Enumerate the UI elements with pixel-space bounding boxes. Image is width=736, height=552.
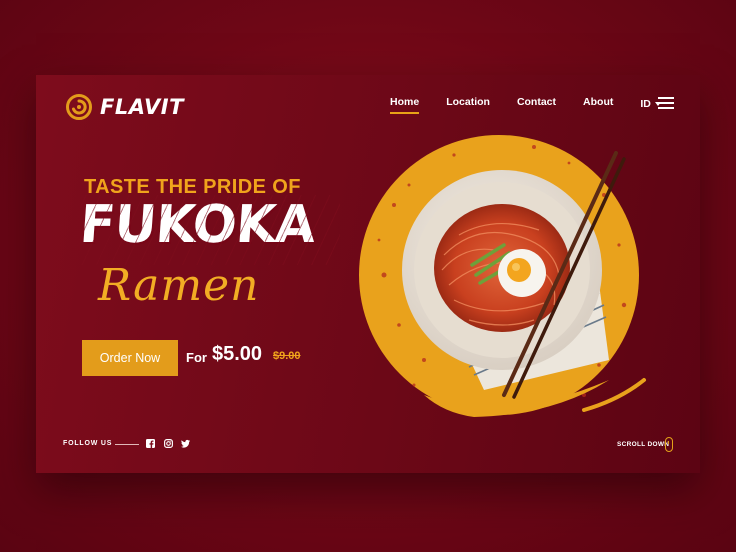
current-price: $5.00 — [212, 343, 263, 365]
twitter-icon[interactable] — [181, 439, 190, 448]
brand-logo[interactable]: FLAVIT — [66, 94, 184, 120]
nav-home[interactable]: Home — [390, 96, 420, 114]
old-price: $9.00 — [273, 350, 301, 362]
language-label: ID — [640, 98, 651, 110]
nav-location[interactable]: Location — [446, 96, 490, 112]
ramen-bowl-artwork — [359, 135, 646, 417]
brand-name: FLAVIT — [100, 95, 184, 119]
hero-headline: FUKOKA — [77, 195, 317, 255]
swirl-logo-icon — [66, 94, 92, 120]
scroll-down-label: SCROLL DOWN — [617, 441, 670, 448]
instagram-icon[interactable] — [164, 439, 173, 448]
nav-about[interactable]: About — [583, 96, 613, 112]
hero-script-title: Ramen — [98, 260, 260, 311]
follow-divider — [115, 444, 139, 445]
hero-card: FLAVIT Home Location Contact About ID TA… — [36, 75, 700, 473]
main-nav: Home Location Contact About ID — [390, 96, 661, 114]
facebook-icon[interactable] — [146, 439, 155, 448]
mouse-icon[interactable] — [665, 437, 673, 452]
hamburger-icon[interactable] — [658, 97, 674, 112]
price-prefix: For — [186, 350, 207, 365]
order-now-button[interactable]: Order Now — [82, 340, 178, 376]
follow-us-label: FOLLOW US — [63, 440, 113, 447]
nav-contact[interactable]: Contact — [517, 96, 556, 112]
